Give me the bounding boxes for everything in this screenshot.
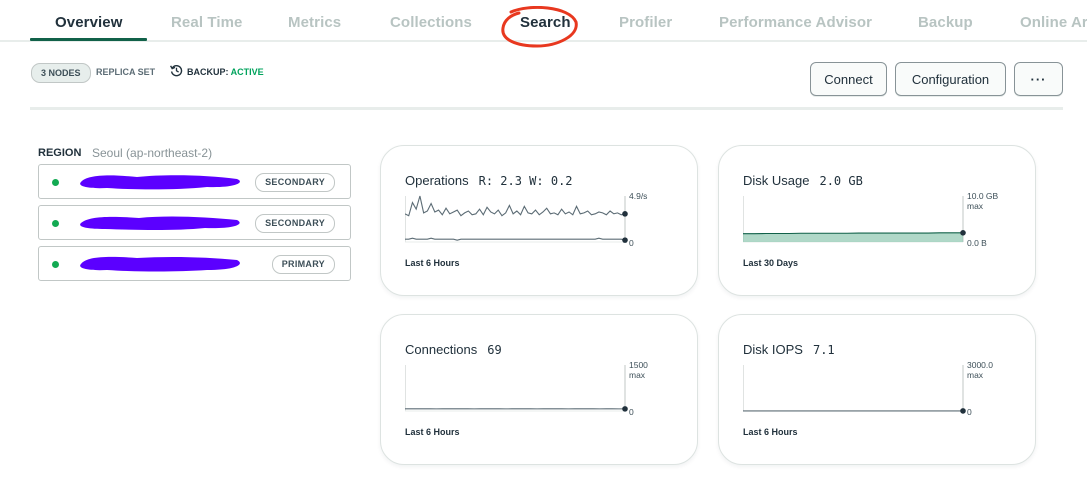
region-label: REGION	[38, 147, 82, 159]
chart-max-label: 1500	[629, 360, 648, 370]
redacted-hostname	[80, 216, 240, 230]
chart-last-point	[960, 408, 966, 414]
redacted-hostname	[80, 256, 240, 272]
chart-min-label: 0	[967, 407, 972, 417]
chart-last-point	[960, 230, 966, 236]
chart-max-suffix: max	[967, 201, 984, 211]
chart-area	[743, 232, 963, 242]
metric-card-connections[interactable]: Connections 69 1500 max 0 Last 6 Hours	[380, 314, 698, 465]
chart-last-point	[622, 237, 628, 243]
tab-backup[interactable]: Backup	[918, 14, 973, 31]
metric-title: Disk Usage	[743, 173, 810, 188]
configuration-button[interactable]: Configuration	[895, 62, 1006, 96]
metric-title: Disk IOPS	[743, 342, 803, 357]
cluster-type-label: REPLICA SET	[96, 67, 156, 77]
metric-card-disk-usage[interactable]: Disk Usage 2.0 GB 10.0 GB max 0.0 B Last 30…	[718, 145, 1036, 296]
active-tab-indicator	[30, 38, 147, 41]
chart-max-label: 3000.0	[967, 360, 993, 370]
metric-value: 2.0 GB	[819, 174, 863, 188]
red-circle-annotation	[501, 6, 578, 48]
tab-overview[interactable]: Overview	[55, 14, 123, 31]
backup-status: BACKUP: ACTIVE	[187, 67, 264, 77]
chart-last-point	[622, 211, 628, 217]
chart-series-line	[405, 195, 626, 217]
metric-sparkline: 3000.0max 0	[743, 360, 993, 417]
metric-period: Last 6 Hours	[405, 427, 460, 437]
metric-title-row: Disk IOPS 7.1	[743, 342, 835, 357]
node-row[interactable]: SECONDARY	[38, 164, 351, 199]
chart-last-point	[622, 406, 628, 412]
node-role-badge: SECONDARY	[255, 173, 335, 192]
chart-max-suffix: max	[629, 370, 646, 380]
chart-max-suffix: max	[967, 370, 984, 380]
node-role-badge: PRIMARY	[271, 255, 335, 274]
backup-history-icon	[170, 65, 183, 77]
backup-label: BACKUP:	[187, 67, 229, 77]
metric-card-operations[interactable]: Operations R: 2.3 W: 0.2 4.9/s 0 Last 6 Ho…	[380, 145, 698, 296]
backup-status-value: ACTIVE	[230, 67, 264, 77]
tab-real-time[interactable]: Real Time	[171, 14, 243, 31]
tab-collections[interactable]: Collections	[390, 14, 472, 31]
node-role-badge: SECONDARY	[255, 214, 335, 233]
node-status-dot	[52, 261, 59, 268]
chart-max-label: 10.0 GB	[967, 191, 999, 201]
tab-profiler[interactable]: Profiler	[619, 14, 672, 31]
chart-min-label: 0.0 B	[967, 238, 987, 248]
metric-period: Last 30 Days	[743, 258, 799, 268]
metric-value: R: 2.3 W: 0.2	[478, 174, 573, 188]
node-row[interactable]: PRIMARY	[38, 246, 351, 281]
redacted-hostname	[80, 175, 240, 190]
metric-sparkline: 1500max 0	[405, 360, 648, 417]
chart-max-label: 4.9/s	[629, 191, 647, 201]
metric-sparkline: 10.0 GBmax 0.0 B	[743, 191, 999, 248]
connect-button[interactable]: Connect	[810, 62, 887, 96]
region-name: Seoul (ap-northeast-2)	[92, 146, 213, 160]
metric-sparkline: 4.9/s 0	[405, 191, 647, 248]
tab-online-archive[interactable]: Online Ar	[1020, 14, 1087, 31]
section-divider	[30, 107, 1063, 110]
tab-metrics[interactable]: Metrics	[288, 14, 341, 31]
metric-value: 7.1	[812, 343, 835, 357]
metric-period: Last 6 Hours	[743, 427, 798, 437]
metric-card-disk-iops[interactable]: Disk IOPS 7.1 3000.0 max 0 Last 6 Hours	[718, 314, 1036, 465]
nodes-count-badge: 3 NODES	[31, 63, 91, 83]
tab-performance-advisor[interactable]: Performance Advisor	[719, 14, 872, 31]
metric-value: 69	[487, 343, 502, 357]
metric-title-row: Connections 69	[405, 342, 502, 357]
chart-min-label: 0	[629, 407, 634, 417]
chart-min-label: 0	[629, 238, 634, 248]
node-row[interactable]: SECONDARY	[38, 205, 351, 240]
node-status-dot	[52, 220, 59, 227]
metric-title: Connections	[405, 342, 478, 357]
metric-title-row: Disk Usage 2.0 GB	[743, 173, 863, 188]
metric-title-row: Operations R: 2.3 W: 0.2	[405, 173, 573, 188]
metric-period: Last 6 Hours	[405, 258, 460, 268]
node-status-dot	[52, 179, 59, 186]
more-options-button[interactable]: ···	[1014, 62, 1063, 96]
metric-title: Operations	[405, 173, 469, 188]
chart-series-line	[405, 237, 626, 241]
